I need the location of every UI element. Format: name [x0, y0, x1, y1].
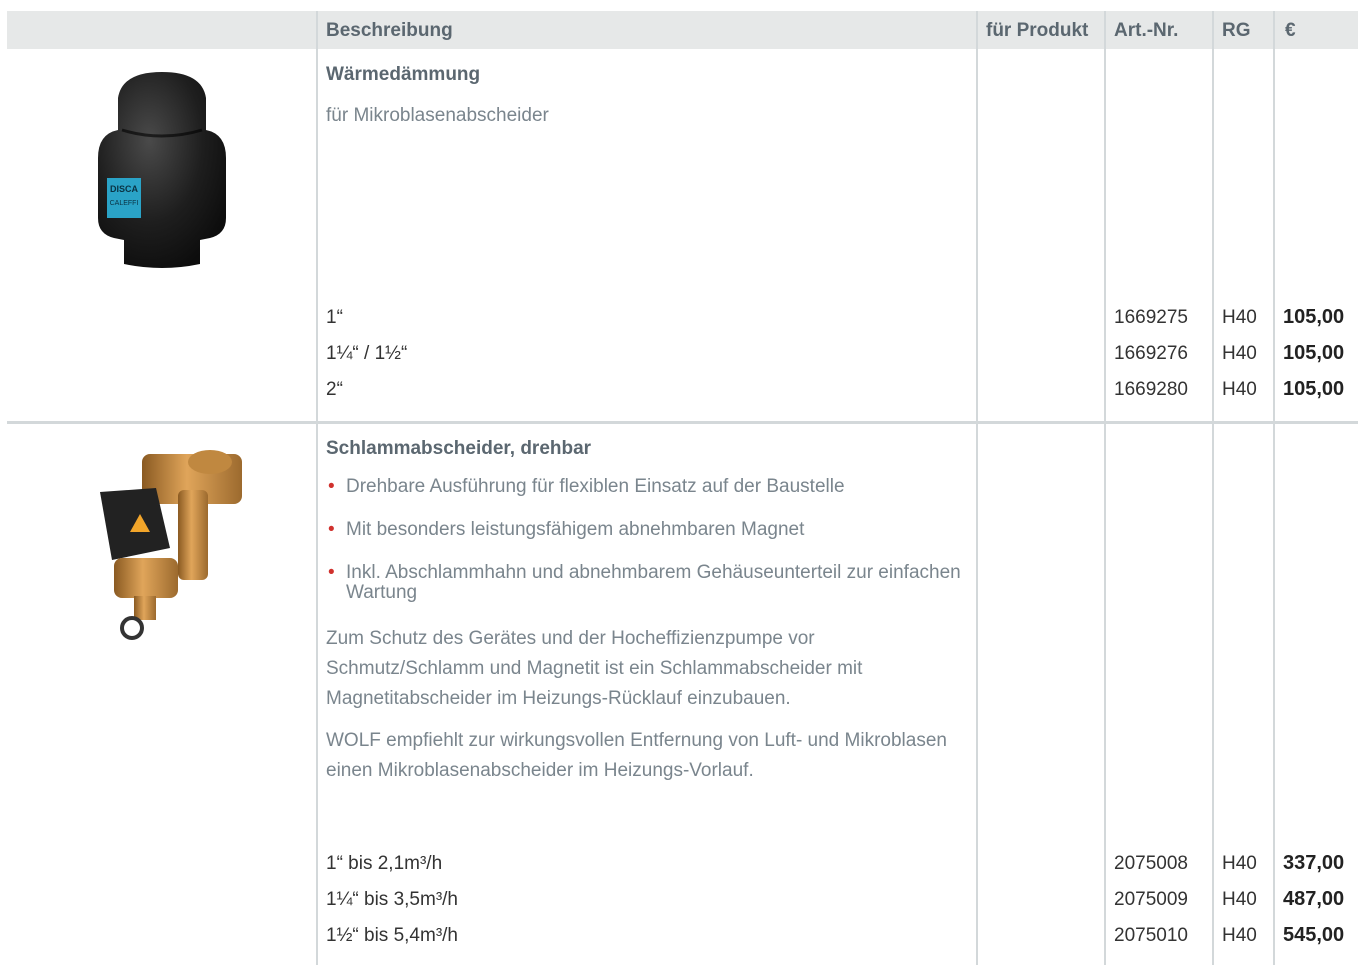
logo-text-1: DISCA	[110, 184, 139, 194]
variant-rg-2-1: H40	[1222, 853, 1257, 874]
product-title-1: Wärmedämmung	[326, 64, 481, 85]
product-image-schlammabscheider	[60, 440, 290, 650]
variant-price-1-3: 105,00	[1283, 378, 1345, 400]
variant-price-2-3: 545,00	[1283, 924, 1345, 946]
variant-artnr-2-3: 2075010	[1114, 925, 1188, 946]
variant-price-2-2: 487,00	[1283, 888, 1345, 910]
product-paragraph-1: Zum Schutz des Gerätes und der Hocheffiz…	[326, 628, 863, 709]
variant-desc-1-1: 1“	[326, 307, 343, 328]
variant-rg-1-2: H40	[1222, 343, 1257, 364]
column-divider-description	[316, 11, 318, 965]
product-subtitle-1: für Mikroblasenabscheider	[326, 105, 549, 126]
product-title-2: Schlammabscheider, drehbar	[326, 438, 592, 459]
column-divider-product	[976, 11, 978, 965]
column-divider-rg	[1212, 11, 1214, 965]
section-divider	[7, 421, 1358, 424]
column-divider-artnr	[1104, 11, 1106, 965]
header-beschreibung: Beschreibung	[326, 20, 453, 41]
variant-desc-1-3: 2“	[326, 379, 343, 400]
product-paragraph-2: WOLF empfiehlt zur wirkungsvollen Entfer…	[326, 730, 947, 781]
feature-text-2: Mit besonders leistungsfähigem abnehmbar…	[346, 519, 805, 540]
variant-price-2-1: 337,00	[1283, 852, 1345, 874]
variant-desc-2-3: 1½“ bis 5,4m³/h	[326, 925, 458, 946]
column-divider-price	[1273, 11, 1275, 965]
header-art-nr: Art.-Nr.	[1114, 20, 1179, 41]
variant-artnr-2-2: 2075009	[1114, 889, 1188, 910]
variant-desc-2-1: 1“ bis 2,1m³/h	[326, 853, 443, 874]
header-currency: €	[1285, 20, 1296, 41]
feature-bullet-3: • Inkl. Abschlammhahn und abnehmbarem Ge…	[328, 563, 971, 603]
logo-text-2: CALEFFI	[110, 200, 139, 207]
bullet-dot-icon: •	[328, 519, 335, 540]
variant-price-1-1: 105,00	[1283, 306, 1345, 328]
variant-rg-2-3: H40	[1222, 925, 1257, 946]
feature-text-3: Inkl. Abschlammhahn und abnehmbarem Gehä…	[346, 562, 961, 603]
variant-artnr-2-1: 2075008	[1114, 853, 1188, 874]
feature-text-1: Drehbare Ausführung für flexiblen Einsat…	[346, 476, 845, 497]
header-fuer-produkt: für Produkt	[986, 20, 1089, 41]
feature-bullet-1: • Drehbare Ausführung für flexiblen Eins…	[328, 477, 971, 497]
variant-artnr-1-3: 1669280	[1114, 379, 1188, 400]
variant-rg-1-3: H40	[1222, 379, 1257, 400]
variant-artnr-1-2: 1669276	[1114, 343, 1188, 364]
variant-rg-1-1: H40	[1222, 307, 1257, 328]
product-image-waermedaemmung: DISCA CALEFFI	[60, 68, 290, 273]
variant-rg-2-2: H40	[1222, 889, 1257, 910]
variant-desc-1-2: 1¼“ / 1½“	[326, 343, 408, 364]
feature-bullet-2: • Mit besonders leistungsfähigem abnehmb…	[328, 520, 971, 540]
variant-artnr-1-1: 1669275	[1114, 307, 1188, 328]
variant-price-1-2: 105,00	[1283, 342, 1345, 364]
header-rg: RG	[1222, 20, 1251, 41]
bullet-dot-icon: •	[328, 476, 335, 497]
variant-desc-2-2: 1¼“ bis 3,5m³/h	[326, 889, 458, 910]
bullet-dot-icon: •	[328, 562, 335, 583]
